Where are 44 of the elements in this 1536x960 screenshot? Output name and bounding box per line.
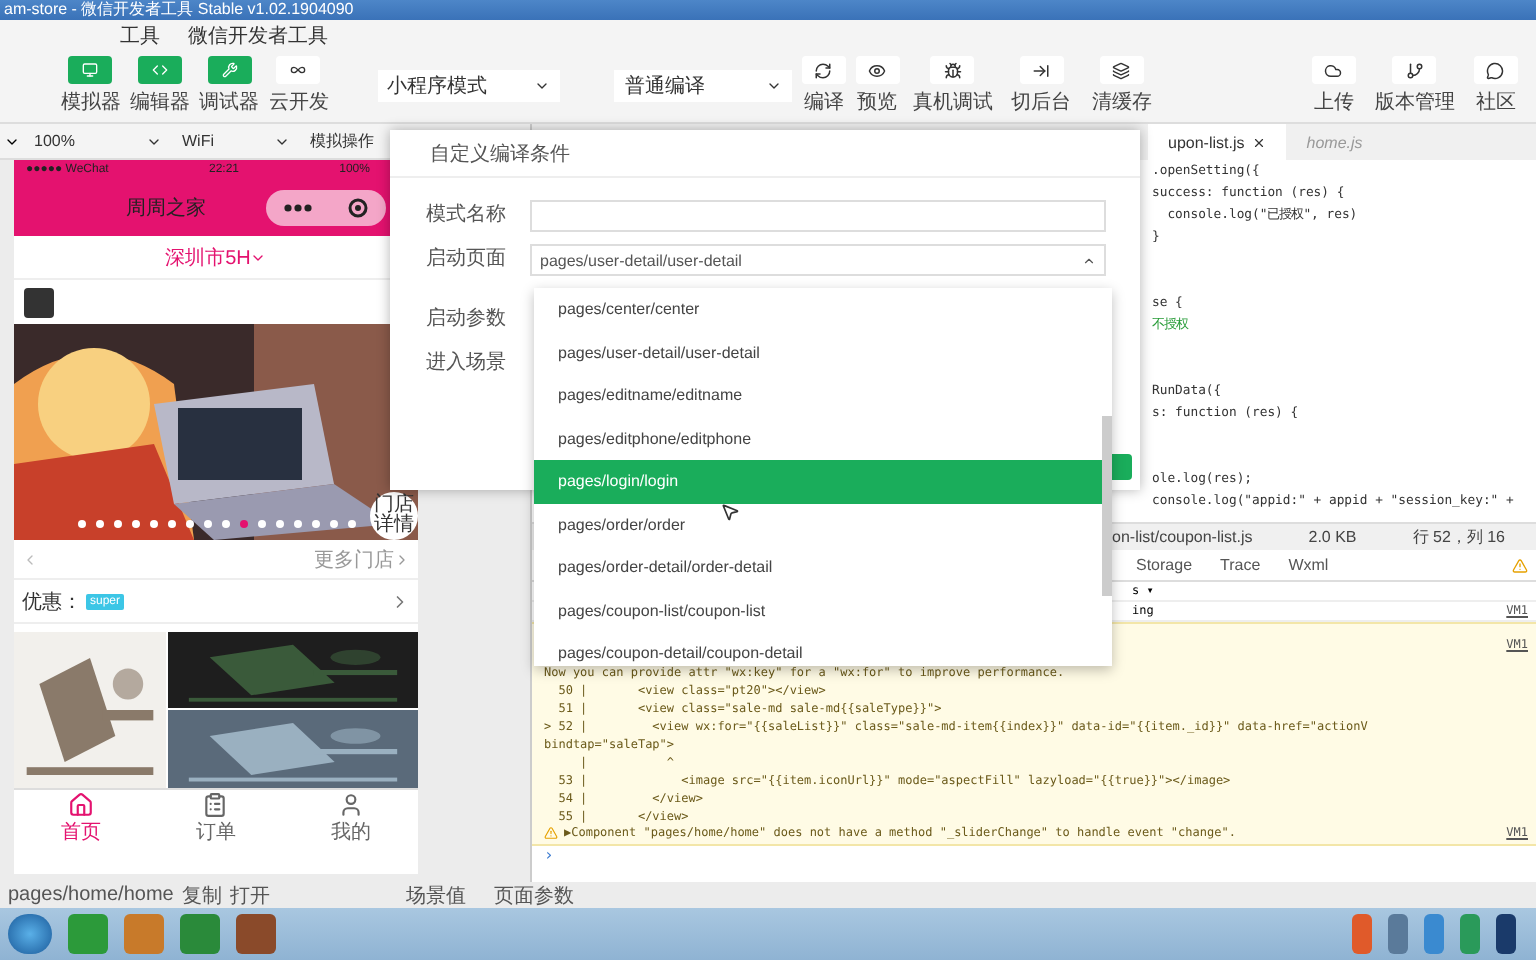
window-title: am-store - 微信开发者工具 Stable v1.02.1904090: [0, 0, 1536, 20]
status-link[interactable]: 打开: [229, 881, 270, 909]
coupon-label: 优惠：: [22, 589, 82, 615]
start-page-select[interactable]: pages/user-detail/user-detail: [530, 244, 1106, 276]
form-label: 启动参数: [424, 305, 508, 334]
menu-item[interactable]: 微信开发者工具: [188, 21, 328, 49]
dialog-title: 自定义编译条件: [390, 130, 1140, 178]
location-selector[interactable]: 深圳市5H: [165, 243, 267, 271]
toolbar-button[interactable]: 上传: [1293, 56, 1375, 116]
compile-select[interactable]: 普通编译: [614, 70, 793, 102]
dropdown-option[interactable]: pages/coupon-detail/coupon-detail: [534, 632, 1102, 666]
devtools-tab[interactable]: Storage: [1136, 556, 1193, 574]
status-link[interactable]: 复制: [181, 881, 222, 909]
form-label: 模式名称: [424, 201, 508, 230]
operation-select[interactable]: 模拟操作: [304, 130, 388, 152]
toolbar-button[interactable]: 编译: [796, 56, 851, 116]
editor-tab[interactable]: upon-list.js: [1148, 124, 1287, 160]
menu-item[interactable]: 工具: [120, 21, 160, 49]
file-path: on-list/coupon-list.js: [1112, 528, 1253, 546]
dropdown-option[interactable]: pages/center/center: [534, 288, 1102, 331]
cursor-position: 行 52，列 16: [1412, 526, 1506, 548]
view-toggle[interactable]: 云开发: [263, 56, 334, 116]
form-label: 启动页面: [424, 245, 508, 274]
view-toggle[interactable]: 调试器: [194, 56, 264, 116]
status-link[interactable]: 场景值: [405, 881, 466, 909]
toolbar-button[interactable]: 真机调试: [904, 56, 1001, 116]
console-prompt[interactable]: ›: [532, 846, 1536, 864]
page-path: pages/home/home: [8, 884, 174, 906]
toolbar-button[interactable]: 切后台: [1000, 56, 1082, 116]
form-label: 进入场景: [424, 349, 508, 378]
view-toggle[interactable]: 编辑器: [125, 56, 195, 116]
devtools-tab[interactable]: Trace: [1220, 556, 1261, 574]
mode-select[interactable]: 小程序模式: [377, 70, 561, 102]
status-link[interactable]: 页面参数: [493, 881, 574, 909]
file-size: 2.0 KB: [1308, 528, 1357, 546]
toolbar-button[interactable]: 预览: [850, 56, 905, 116]
zoom-select[interactable]: 100%: [28, 132, 168, 150]
view-toggle[interactable]: 模拟器: [56, 56, 126, 116]
page-title: 周周之家: [126, 195, 206, 222]
devtools-tab[interactable]: Wxml: [1288, 556, 1329, 574]
toolbar-button[interactable]: 社区: [1455, 56, 1536, 116]
toolbar-button[interactable]: 版本管理: [1374, 56, 1456, 116]
network-select[interactable]: WiFi: [176, 132, 296, 150]
toolbar-button[interactable]: 清缓存: [1081, 56, 1163, 116]
